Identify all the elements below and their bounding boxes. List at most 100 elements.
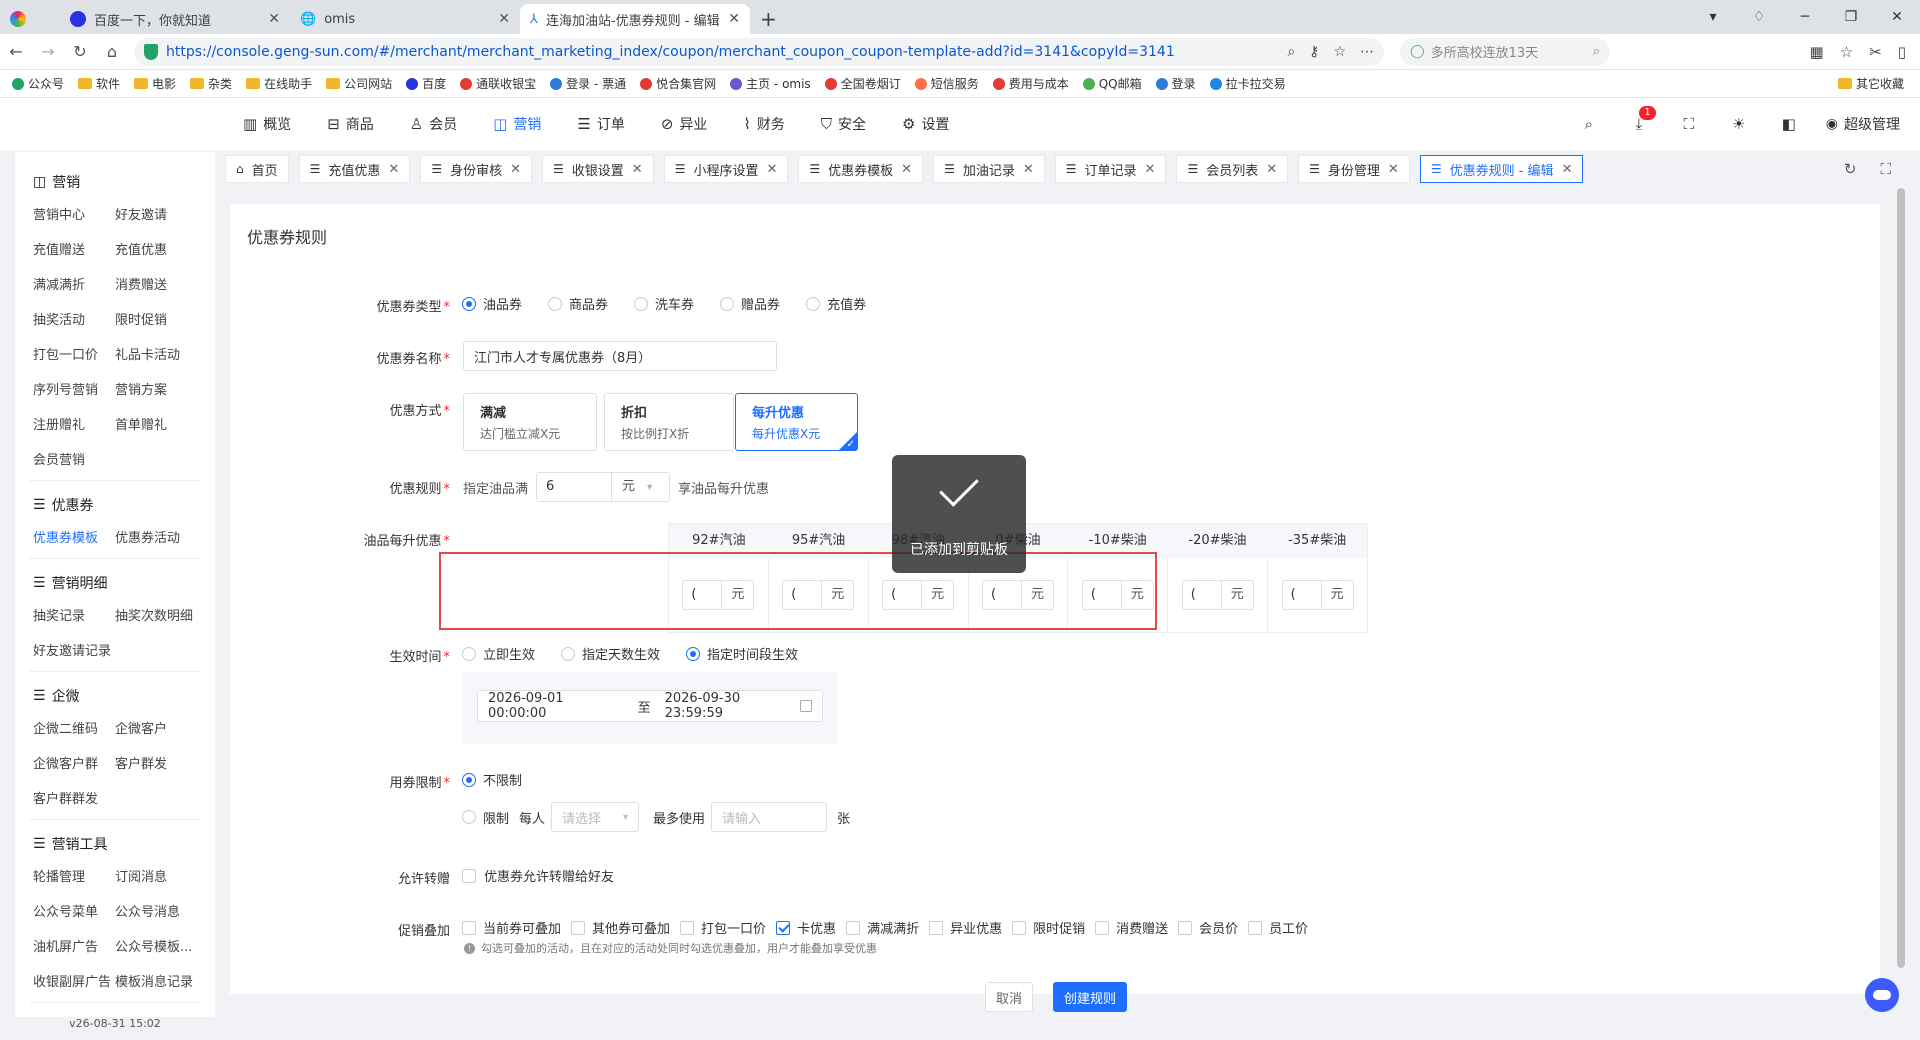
sidebar-item[interactable]: 抽奖记录 xyxy=(33,605,115,624)
create-rule-button[interactable]: 创建规则 xyxy=(1053,982,1127,1012)
sidebar-item[interactable]: 好友邀请 xyxy=(115,204,207,223)
tab-tag[interactable]: ⌂ 首页 xyxy=(225,155,289,183)
nav-item-概览[interactable]: ▥ 概览 xyxy=(225,98,309,150)
browser-tab[interactable]: 🌐 omis ✕ xyxy=(290,4,520,34)
tab-tag[interactable]: ☰ 收银设置 ✕ xyxy=(542,155,654,183)
sidebar-item[interactable]: 序列号营销 xyxy=(33,379,115,398)
bookmark-item[interactable]: 主页 - omis xyxy=(730,75,811,92)
sidebar-item[interactable]: 消费赠送 xyxy=(115,274,207,293)
stacking-checkbox[interactable]: 限时促销 xyxy=(1012,918,1085,937)
coupon-type-radio[interactable]: 赠品券 xyxy=(720,294,780,313)
reload-icon[interactable]: ↻ xyxy=(64,42,96,61)
key-icon[interactable]: ⚷ xyxy=(1309,44,1319,60)
zoom-icon[interactable]: ⌕ xyxy=(1287,44,1295,60)
sidebar-item[interactable]: 会员营销 xyxy=(33,449,115,468)
coupon-type-radio[interactable]: 商品券 xyxy=(548,294,608,313)
sidebar-item[interactable]: 满减满折 xyxy=(33,274,115,293)
nav-item-营销[interactable]: ◫ 营销 xyxy=(475,98,559,150)
sidebar-group-title[interactable]: ☰ 企微 xyxy=(33,686,201,706)
close-icon[interactable]: ✕ xyxy=(1023,162,1034,177)
coupon-type-radio[interactable]: 洗车券 xyxy=(634,294,694,313)
close-icon[interactable]: ✕ xyxy=(1388,162,1399,177)
effective-time-radio[interactable]: 立即生效 xyxy=(462,644,535,663)
cancel-button[interactable]: 取消 xyxy=(985,982,1033,1012)
assistant-robot-icon[interactable] xyxy=(1865,978,1899,1012)
user-menu[interactable]: ◉ 超级管理 xyxy=(1814,114,1900,134)
sidebar-item[interactable]: 抽奖次数明细 xyxy=(115,605,207,624)
sidebar-item[interactable]: 营销中心 xyxy=(33,204,115,223)
per-liter-input[interactable]: (元 xyxy=(1281,580,1354,610)
theme-icon[interactable]: ☀ xyxy=(1714,106,1764,142)
coupon-type-radio[interactable]: 油品券 xyxy=(462,294,522,313)
star-icon[interactable]: ☆ xyxy=(1333,44,1346,60)
sidebar-item[interactable]: 优惠券模板 xyxy=(33,527,115,546)
sidebar-item[interactable]: 优惠券活动 xyxy=(115,527,207,546)
refresh-icon[interactable]: ↻ xyxy=(1844,160,1857,178)
fullscreen-icon[interactable]: ⛶ xyxy=(1664,106,1714,142)
browser-tab[interactable]: 百度一下，你就知道 ✕ xyxy=(60,4,290,34)
shirt-icon[interactable]: ♢ xyxy=(1736,9,1782,25)
apps-icon[interactable]: ▦ xyxy=(1810,43,1824,61)
stacking-checkbox[interactable]: 消费赠送 xyxy=(1095,918,1168,937)
menu-down-icon[interactable]: ▾ xyxy=(1690,9,1736,25)
search-icon[interactable]: ⌕ xyxy=(1564,106,1614,142)
sidebar-item[interactable]: 打包一口价 xyxy=(33,344,115,363)
url-field[interactable]: https://console.geng-sun.com/#/merchant/… xyxy=(134,37,1384,66)
bookmark-item[interactable]: 短信服务 xyxy=(914,75,979,92)
bookmark-item[interactable]: 百度 xyxy=(406,75,446,92)
tab-tag[interactable]: ☰ 身份管理 ✕ xyxy=(1298,155,1410,183)
close-icon[interactable]: ✕ xyxy=(498,11,510,27)
effective-time-radio[interactable]: 指定天数生效 xyxy=(561,644,660,663)
sidebar-item[interactable]: 客户群发 xyxy=(115,753,207,772)
sidebar-item[interactable]: 充值赠送 xyxy=(33,239,115,258)
stacking-checkbox[interactable]: 其他券可叠加 xyxy=(571,918,670,937)
more-icon[interactable]: ⋯ xyxy=(1360,44,1374,60)
sidebar-item[interactable]: 订阅消息 xyxy=(115,866,207,885)
sidebar-toggle-icon[interactable]: ▯ xyxy=(1898,43,1906,61)
rule-amount-input[interactable]: 6 元 ▾ xyxy=(536,472,671,502)
sidebar-item[interactable]: 礼品卡活动 xyxy=(115,344,207,363)
close-icon[interactable]: ✕ xyxy=(766,162,777,177)
sidebar-item[interactable]: 公众号菜单 xyxy=(33,901,115,920)
usage-limit-radio[interactable]: 限制 xyxy=(462,808,509,827)
stacking-checkbox[interactable]: 会员价 xyxy=(1178,918,1238,937)
period-select[interactable]: 请选择 ▾ xyxy=(551,802,640,832)
tab-tag[interactable]: ☰ 优惠券模板 ✕ xyxy=(798,155,924,183)
nav-item-订单[interactable]: ☰ 订单 xyxy=(559,98,642,150)
discount-card-full-reduction[interactable]: 满减 达门槛立减X元 xyxy=(463,393,597,451)
bookmark-item[interactable]: 公众号 xyxy=(12,75,64,92)
stacking-checkbox[interactable]: 卡优惠 xyxy=(776,918,836,937)
effective-time-radio[interactable]: 指定时间段生效 xyxy=(686,644,798,663)
sidebar-item[interactable]: 营销方案 xyxy=(115,379,207,398)
favorites-icon[interactable]: ☆ xyxy=(1840,43,1853,61)
layout-icon[interactable]: ◧ xyxy=(1764,106,1814,142)
search-icon[interactable]: ⌕ xyxy=(1593,44,1600,59)
bookmark-item[interactable]: 全国卷烟订 xyxy=(824,75,901,92)
discount-card-per-liter[interactable]: 每升优惠 每升优惠X元 ✓ xyxy=(735,393,858,451)
per-liter-input[interactable]: (元 xyxy=(1181,580,1254,610)
sidebar-item[interactable]: 企微客户 xyxy=(115,718,207,737)
fullscreen-icon[interactable]: ⛶ xyxy=(1880,160,1891,178)
sidebar-item[interactable]: 公众号模板... xyxy=(115,936,207,955)
bookmark-other[interactable]: 其它收藏 xyxy=(1837,75,1904,92)
usage-unlimited-radio[interactable]: 不限制 xyxy=(462,770,522,789)
nav-item-设置[interactable]: ⚙ 设置 xyxy=(884,98,967,150)
tab-tag[interactable]: ☰ 优惠券规则 - 编辑 ✕ xyxy=(1419,155,1584,183)
minimize-button[interactable]: ─ xyxy=(1782,9,1828,25)
sidebar-item[interactable]: 注册赠礼 xyxy=(33,414,115,433)
stacking-checkbox[interactable]: 员工价 xyxy=(1248,918,1308,937)
sidebar-item[interactable]: 客户群群发 xyxy=(33,788,115,807)
close-icon[interactable]: ✕ xyxy=(1266,162,1277,177)
new-tab-button[interactable]: + xyxy=(750,4,790,34)
download-icon[interactable]: ⤓ 1 xyxy=(1614,106,1664,142)
scrollbar[interactable] xyxy=(1897,188,1905,968)
sidebar-group-title[interactable]: ☰ 优惠券 xyxy=(33,495,201,515)
tab-tag[interactable]: ☰ 充值优惠 ✕ xyxy=(298,155,411,183)
date-range-picker[interactable]: 2026-09-01 00:00:00 至 2026-09-30 23:59:5… xyxy=(477,690,823,722)
close-icon[interactable]: ✕ xyxy=(388,162,399,177)
bookmark-item[interactable]: 悦合集官网 xyxy=(640,75,716,92)
tab-tag[interactable]: ☰ 会员列表 ✕ xyxy=(1176,155,1289,183)
sidebar-item[interactable]: 抽奖活动 xyxy=(33,309,115,328)
discount-card-percentage[interactable]: 折扣 按比例打X折 xyxy=(604,393,734,451)
sidebar-item[interactable]: 好友邀请记录 xyxy=(33,640,115,659)
